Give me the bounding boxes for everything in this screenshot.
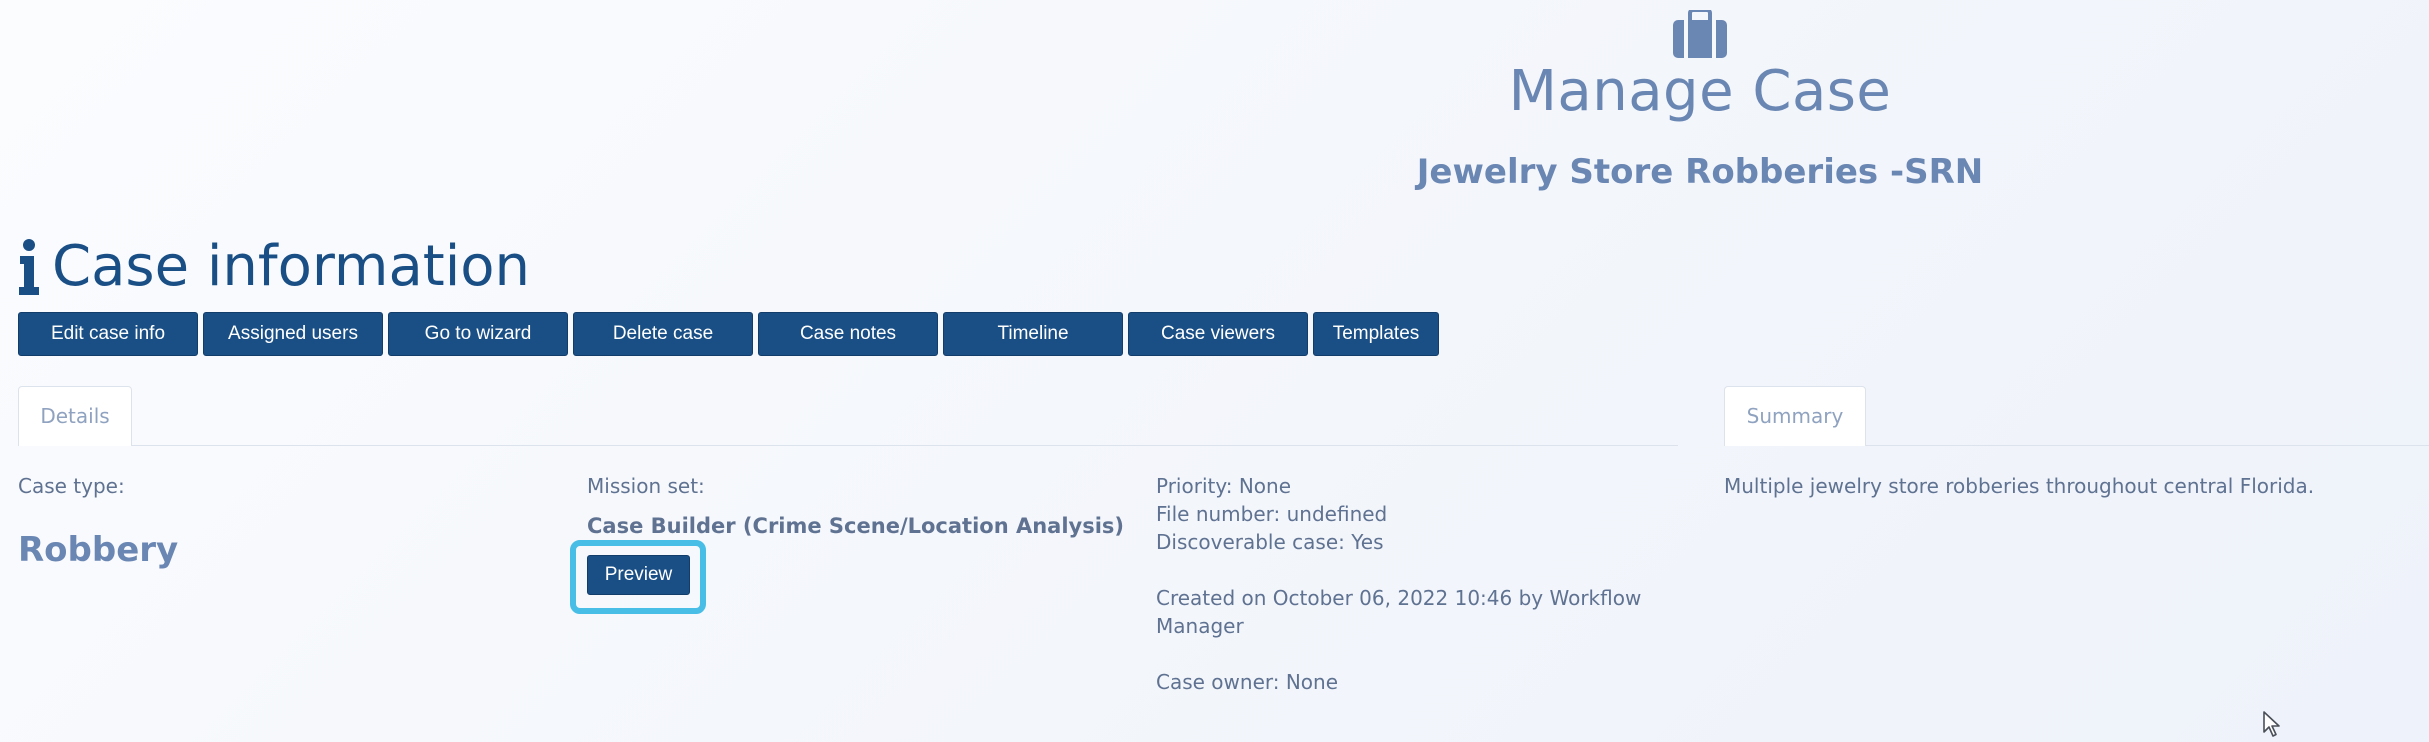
section-heading: Case information [18,232,530,302]
templates-button[interactable]: Templates [1313,312,1439,356]
section-title: Case information [52,234,531,299]
case-owner-text: Case owner: None [1156,670,1339,694]
tab-summary[interactable]: Summary [1724,386,1866,446]
mission-set-value: Case Builder (Crime Scene/Location Analy… [587,514,1125,538]
case-type-label: Case type: [18,474,125,498]
case-notes-button[interactable]: Case notes [758,312,938,356]
priority-text: Priority: None [1156,474,1291,498]
case-type-value: Robbery [18,530,179,570]
cursor-icon [2263,711,2280,737]
summary-text: Multiple jewelry store robberies through… [1724,474,2315,498]
created-by-text: Manager [1156,614,1244,638]
edit-case-info-button[interactable]: Edit case info [18,312,198,356]
info-icon [19,239,39,295]
tab-details[interactable]: Details [18,386,132,446]
go-to-wizard-button[interactable]: Go to wizard [388,312,568,356]
case-name: Jewelry Store Robberies -SRN [1416,152,1984,192]
details-tab-divider [18,445,1678,446]
file-number-text: File number: undefined [1156,502,1388,526]
delete-case-button[interactable]: Delete case [573,312,753,356]
mission-set-label: Mission set: [587,474,705,498]
timeline-button[interactable]: Timeline [943,312,1123,356]
case-viewers-button[interactable]: Case viewers [1128,312,1308,356]
created-on-text: Created on October 06, 2022 10:46 by Wor… [1156,586,1642,610]
briefcase-icon [1673,10,1727,58]
discoverable-text: Discoverable case: Yes [1156,530,1384,554]
assigned-users-button[interactable]: Assigned users [203,312,383,356]
page-title: Manage Case [1508,59,1892,124]
preview-button[interactable]: Preview [587,555,690,595]
